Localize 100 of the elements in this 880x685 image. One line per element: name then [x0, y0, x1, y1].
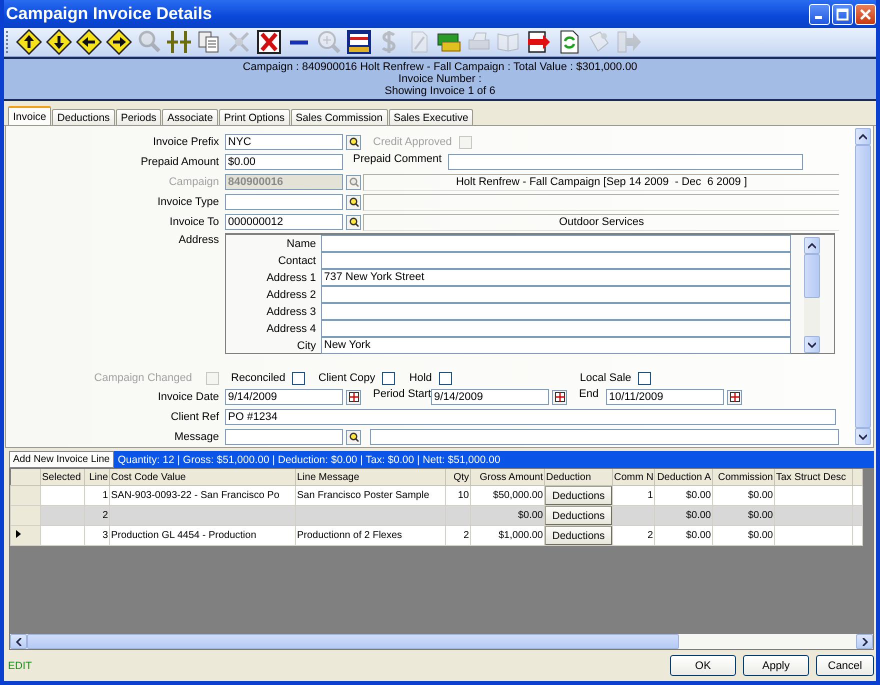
- mode-indicator: EDIT: [8, 660, 32, 672]
- field-label: Invoice To: [168, 216, 220, 228]
- close-button[interactable]: [855, 4, 876, 24]
- minimize-button[interactable]: [809, 4, 830, 24]
- checkbox[interactable]: [292, 372, 306, 384]
- lookup-button[interactable]: [346, 134, 361, 150]
- column-header[interactable]: Commission: [712, 469, 774, 486]
- input-field[interactable]: 000000012: [225, 214, 343, 230]
- campaign-summary: Campaign : 840900016 Holt Renfrew - Fall Campaign : Total Value : $301,000.00: [242, 61, 638, 73]
- checkbox-label: Reconciled: [231, 372, 286, 384]
- checkbox[interactable]: [638, 372, 652, 384]
- input-field[interactable]: $0.00: [225, 154, 343, 170]
- deductions-button[interactable]: Deductions: [546, 506, 612, 524]
- arrow-up-tool-button[interactable]: [14, 28, 43, 56]
- scroll-down-button[interactable]: [804, 336, 820, 353]
- grid-row[interactable]: 1 SAN-903-0093-22 - San Francisco Po San Francisco Poster Sample 10 $50,000.00 Deductions 1 $0.00 $0.00: [10, 486, 862, 506]
- date-field[interactable]: 10/11/2009: [606, 389, 724, 405]
- cards-tool-button[interactable]: [344, 28, 373, 56]
- input-field[interactable]: New York: [321, 337, 791, 354]
- current-row-icon: [16, 530, 21, 538]
- scroll-thumb[interactable]: [27, 634, 679, 649]
- date-field[interactable]: 9/14/2009: [431, 389, 549, 405]
- row-header[interactable]: [10, 526, 40, 546]
- column-header[interactable]: Deduction: [544, 469, 612, 486]
- column-header[interactable]: Selected: [40, 469, 84, 486]
- input-field[interactable]: NYC: [225, 134, 343, 150]
- calendar-button[interactable]: [346, 390, 361, 404]
- column-header[interactable]: Comm N: [612, 469, 654, 486]
- customer-description: Outdoor Services: [363, 214, 839, 230]
- scroll-up-button[interactable]: [804, 237, 820, 254]
- dialog-button[interactable]: Apply: [743, 655, 809, 676]
- arrow-down-icon: [46, 29, 72, 55]
- add-line-button[interactable]: Add New Invoice Line: [9, 451, 114, 468]
- input-field[interactable]: [225, 429, 343, 445]
- column-header[interactable]: Qty: [446, 469, 470, 486]
- comment-field[interactable]: [448, 154, 803, 170]
- arrow-right-tool-button[interactable]: [104, 28, 133, 56]
- deductions-button[interactable]: Deductions: [546, 526, 612, 544]
- lookup-button[interactable]: [346, 194, 361, 210]
- deductions-button[interactable]: Deductions: [546, 486, 612, 504]
- search-icon: [348, 197, 358, 207]
- checkbox[interactable]: [382, 372, 396, 384]
- input-field[interactable]: [321, 303, 791, 320]
- lookup-button[interactable]: [346, 214, 361, 230]
- scroll-down-button[interactable]: [855, 428, 871, 445]
- column-header[interactable]: Tax Struct Desc: [774, 469, 852, 486]
- table-cell: Production GL 4454 - Production: [110, 526, 296, 546]
- scroll-left-button[interactable]: [10, 634, 27, 649]
- tab[interactable]: Associate: [162, 109, 218, 125]
- input-field[interactable]: [321, 252, 791, 269]
- table-cell: $1,000.00: [470, 526, 544, 546]
- field-label: Contact: [277, 254, 317, 266]
- scroll-thumb[interactable]: [804, 254, 820, 298]
- vertical-scrollbar[interactable]: [804, 237, 820, 353]
- date-field[interactable]: 9/14/2009: [225, 389, 343, 405]
- column-header[interactable]: Line Message: [296, 469, 446, 486]
- input-field[interactable]: [321, 320, 791, 337]
- calendar-button[interactable]: [552, 390, 567, 404]
- search-icon: [348, 217, 358, 227]
- table-cell: [40, 506, 84, 526]
- delete-tool-button[interactable]: [254, 28, 283, 56]
- column-header[interactable]: Cost Code Value: [110, 469, 296, 486]
- grid-row[interactable]: 3 Production GL 4454 - Production Productionn of 2 Flexes 2 $1,000.00 Deductions 2 $0.00 $0.00: [10, 526, 862, 546]
- arrow-down-tool-button[interactable]: [44, 28, 73, 56]
- checkbox[interactable]: [438, 372, 452, 384]
- horizontal-scrollbar[interactable]: [10, 634, 873, 649]
- tab[interactable]: Invoice: [8, 106, 52, 125]
- maximize-icon: [836, 8, 849, 20]
- tab[interactable]: Sales Commission: [290, 109, 388, 125]
- checkbox-label: Client Copy: [318, 372, 376, 384]
- input-field[interactable]: 737 New York Street: [321, 269, 791, 286]
- scroll-right-button[interactable]: [856, 634, 873, 649]
- field-label: Name: [286, 238, 317, 250]
- field-label: Prepaid Comment: [353, 152, 442, 165]
- column-header[interactable]: Line: [84, 469, 110, 486]
- maximize-button[interactable]: [832, 4, 853, 24]
- tab[interactable]: Deductions: [52, 109, 115, 125]
- tab[interactable]: Print Options: [218, 109, 290, 125]
- tab[interactable]: Periods: [116, 109, 162, 125]
- column-header[interactable]: Gross Amount: [470, 469, 544, 486]
- tab[interactable]: Sales Executive: [388, 109, 474, 125]
- arrow-up-icon: [16, 29, 42, 55]
- table-cell: 2: [446, 526, 470, 546]
- lookup-button[interactable]: [346, 430, 361, 444]
- grid-row[interactable]: 2 $0.00 Deductions $0.00 $0.00: [10, 506, 862, 526]
- input-field[interactable]: PO #1234: [225, 409, 836, 425]
- arrow-right-icon: [106, 29, 132, 55]
- column-header[interactable]: Deduction A: [654, 469, 712, 486]
- calendar-icon: [730, 392, 740, 402]
- input-field[interactable]: [321, 286, 791, 303]
- scroll-up-button[interactable]: [855, 128, 871, 145]
- input-field[interactable]: [225, 194, 343, 210]
- input-field[interactable]: [321, 235, 791, 252]
- arrow-left-tool-button[interactable]: [74, 28, 103, 56]
- field-label: Invoice Date: [156, 391, 220, 403]
- plus-plus-tool-button[interactable]: [164, 28, 193, 56]
- dialog-button[interactable]: OK: [670, 655, 736, 676]
- calendar-button[interactable]: [727, 390, 742, 404]
- message-field[interactable]: [370, 429, 839, 445]
- dialog-button[interactable]: Cancel: [816, 655, 874, 676]
